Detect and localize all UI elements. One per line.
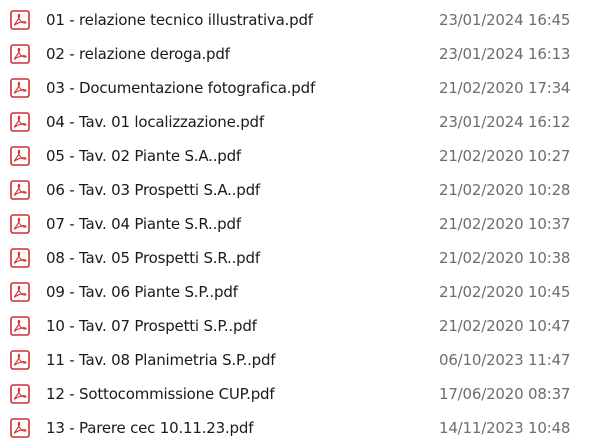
file-date-modified: 21/02/2020 10:37 (439, 215, 571, 233)
file-date-modified: 21/02/2020 10:27 (439, 147, 571, 165)
pdf-icon (10, 316, 30, 336)
file-date-modified: 21/02/2020 10:38 (439, 249, 571, 267)
pdf-icon (10, 180, 30, 200)
file-date-modified: 21/02/2020 10:47 (439, 317, 571, 335)
file-row[interactable]: 09 - Tav. 06 Piante S.P..pdf 21/02/2020 … (0, 277, 593, 307)
pdf-icon (10, 350, 30, 370)
file-row[interactable]: 13 - Parere cec 10.11.23.pdf 14/11/2023 … (0, 413, 593, 443)
file-row[interactable]: 01 - relazione tecnico illustrativa.pdf … (0, 5, 593, 35)
pdf-icon (10, 248, 30, 268)
file-name: 02 - relazione deroga.pdf (46, 45, 230, 63)
pdf-icon (10, 78, 30, 98)
file-date-modified: 23/01/2024 16:12 (439, 113, 571, 131)
file-row[interactable]: 06 - Tav. 03 Prospetti S.A..pdf 21/02/20… (0, 175, 593, 205)
file-list: 01 - relazione tecnico illustrativa.pdf … (0, 0, 593, 445)
file-name: 08 - Tav. 05 Prospetti S.R..pdf (46, 249, 260, 267)
pdf-icon (10, 418, 30, 438)
file-name: 01 - relazione tecnico illustrativa.pdf (46, 11, 313, 29)
file-row[interactable]: 07 - Tav. 04 Piante S.R..pdf 21/02/2020 … (0, 209, 593, 239)
file-name: 05 - Tav. 02 Piante S.A..pdf (46, 147, 242, 165)
file-date-modified: 14/11/2023 10:48 (439, 419, 571, 437)
file-name: 09 - Tav. 06 Piante S.P..pdf (46, 283, 238, 301)
pdf-icon (10, 282, 30, 302)
pdf-icon (10, 10, 30, 30)
file-row[interactable]: 03 - Documentazione fotografica.pdf 21/0… (0, 73, 593, 103)
file-date-modified: 17/06/2020 08:37 (439, 385, 571, 403)
file-date-modified: 21/02/2020 17:34 (439, 79, 571, 97)
file-date-modified: 23/01/2024 16:13 (439, 45, 571, 63)
file-name: 06 - Tav. 03 Prospetti S.A..pdf (46, 181, 261, 199)
file-date-modified: 23/01/2024 16:45 (439, 11, 571, 29)
pdf-icon (10, 112, 30, 132)
file-name: 13 - Parere cec 10.11.23.pdf (46, 419, 254, 437)
file-date-modified: 21/02/2020 10:28 (439, 181, 571, 199)
file-row[interactable]: 08 - Tav. 05 Prospetti S.R..pdf 21/02/20… (0, 243, 593, 273)
pdf-icon (10, 146, 30, 166)
file-name: 12 - Sottocommissione CUP.pdf (46, 385, 275, 403)
file-row[interactable]: 04 - Tav. 01 localizzazione.pdf 23/01/20… (0, 107, 593, 137)
file-name: 03 - Documentazione fotografica.pdf (46, 79, 316, 97)
pdf-icon (10, 214, 30, 234)
file-name: 07 - Tav. 04 Piante S.R..pdf (46, 215, 241, 233)
file-row[interactable]: 05 - Tav. 02 Piante S.A..pdf 21/02/2020 … (0, 141, 593, 171)
pdf-icon (10, 44, 30, 64)
file-row[interactable]: 10 - Tav. 07 Prospetti S.P..pdf 21/02/20… (0, 311, 593, 341)
file-row[interactable]: 02 - relazione deroga.pdf 23/01/2024 16:… (0, 39, 593, 69)
file-row[interactable]: 11 - Tav. 08 Planimetria S.P..pdf 06/10/… (0, 345, 593, 375)
file-name: 10 - Tav. 07 Prospetti S.P..pdf (46, 317, 257, 335)
pdf-icon (10, 384, 30, 404)
file-date-modified: 21/02/2020 10:45 (439, 283, 571, 301)
file-name: 04 - Tav. 01 localizzazione.pdf (46, 113, 264, 131)
file-row[interactable]: 12 - Sottocommissione CUP.pdf 17/06/2020… (0, 379, 593, 409)
file-name: 11 - Tav. 08 Planimetria S.P..pdf (46, 351, 276, 369)
file-date-modified: 06/10/2023 11:47 (439, 351, 571, 369)
